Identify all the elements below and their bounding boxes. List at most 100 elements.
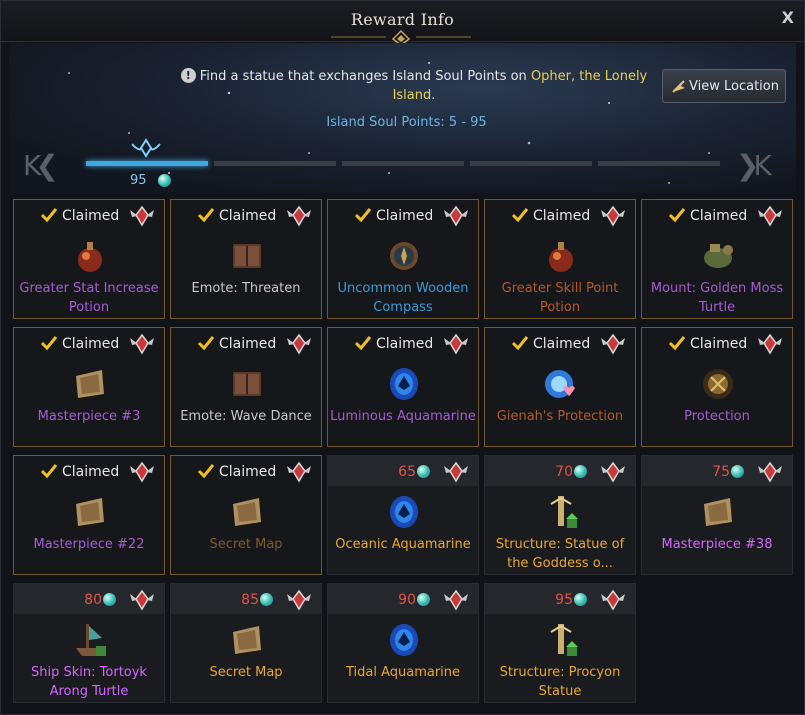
reward-card[interactable]: 75 Masterpiece #38 xyxy=(641,455,793,575)
claimed-label: Claimed xyxy=(533,208,591,224)
reward-card[interactable]: Claimed Secret Map xyxy=(170,455,322,575)
reward-card[interactable]: 85 Secret Map xyxy=(170,583,322,703)
progress-segment-1 xyxy=(86,161,208,166)
claimed-label: Claimed xyxy=(376,336,434,352)
emblem-icon xyxy=(130,333,154,355)
soul-point-orb-icon xyxy=(731,465,744,478)
claimed-label: Claimed xyxy=(533,336,591,352)
potion-icon xyxy=(549,242,573,272)
claimed-label: Claimed xyxy=(62,208,120,224)
reward-name: Emote: Threaten xyxy=(191,281,301,296)
checkmark-icon xyxy=(511,208,529,223)
potion-icon xyxy=(78,242,102,272)
reward-card[interactable]: Claimed Greater Skill Point Potion xyxy=(484,199,636,319)
claimed-label: Claimed xyxy=(219,464,277,480)
reward-cost: 90 xyxy=(398,592,416,608)
reward-card[interactable]: 70 Structure: Statue of the Goddess o... xyxy=(484,455,636,575)
soul-point-orb-icon xyxy=(574,593,587,606)
reward-name: Secret Map xyxy=(209,537,283,552)
soul-point-orb-icon xyxy=(417,465,430,478)
notice-text: ! Find a statue that exchanges Island Sou… xyxy=(179,67,649,105)
compass-icon xyxy=(390,242,418,270)
map-icon xyxy=(233,626,261,654)
emblem-icon xyxy=(287,205,311,227)
progress-segment-5 xyxy=(598,161,720,166)
reward-name: Greater Stat Increase Potion xyxy=(19,281,159,315)
reward-card[interactable]: 95 Structure: Procyon Statue xyxy=(484,583,636,703)
emblem-icon xyxy=(758,333,782,355)
reward-cost: 95 xyxy=(555,592,573,608)
checkmark-icon xyxy=(668,208,686,223)
reward-name: Emote: Wave Dance xyxy=(180,409,312,424)
statue-icon xyxy=(550,624,578,656)
statue-icon xyxy=(550,496,578,528)
reward-card[interactable]: Claimed Masterpiece #3 xyxy=(13,327,165,447)
checkmark-icon xyxy=(511,336,529,351)
reward-cost: 80 xyxy=(84,592,102,608)
view-location-button[interactable]: View Location xyxy=(662,69,786,103)
last-page-arrow-icon[interactable]: ❯K xyxy=(736,149,772,182)
emblem-icon xyxy=(130,589,154,611)
emblem-icon xyxy=(758,461,782,483)
reward-card[interactable]: Claimed Protection xyxy=(641,327,793,447)
reward-card[interactable]: 90 Tidal Aquamarine xyxy=(327,583,479,703)
turtle-icon xyxy=(704,244,733,268)
gem-icon xyxy=(390,496,418,528)
progress-segment-2 xyxy=(214,161,336,166)
reward-card[interactable]: Claimed Uncommon Wooden Compass xyxy=(327,199,479,319)
reward-card[interactable]: Claimed Masterpiece #22 xyxy=(13,455,165,575)
checkmark-icon xyxy=(40,336,58,351)
emblem-icon xyxy=(287,333,311,355)
close-button[interactable]: X xyxy=(782,8,794,27)
view-location-label: View Location xyxy=(689,79,779,94)
book-icon xyxy=(233,244,261,268)
reward-card[interactable]: 65 Oceanic Aquamarine xyxy=(327,455,479,575)
rune-icon xyxy=(703,369,733,399)
reward-name: Uncommon Wooden Compass xyxy=(337,281,469,315)
progress-marker-icon xyxy=(131,138,161,158)
reward-name: Masterpiece #3 xyxy=(37,409,141,424)
claimed-label: Claimed xyxy=(219,208,277,224)
reward-name: Mount: Golden Moss Turtle xyxy=(650,281,784,315)
progress-segment-4 xyxy=(470,161,592,166)
claimed-label: Claimed xyxy=(62,464,120,480)
gem-icon xyxy=(390,624,418,656)
reward-card[interactable]: Claimed Luminous Aquamarine xyxy=(327,327,479,447)
emblem-icon xyxy=(444,205,468,227)
emblem-icon xyxy=(601,589,625,611)
reward-cost: 75 xyxy=(712,464,730,480)
soul-point-orb-icon xyxy=(574,465,587,478)
map-icon xyxy=(233,498,261,526)
reward-card[interactable]: Claimed Mount: Golden Moss Turtle xyxy=(641,199,793,319)
notice-text-before: Find a statue that exchanges Island Soul… xyxy=(199,69,531,84)
reward-name: Masterpiece #38 xyxy=(661,537,773,552)
title-bar: Reward Info X xyxy=(1,1,804,46)
claimed-label: Claimed xyxy=(376,208,434,224)
reward-cost: 65 xyxy=(398,464,416,480)
reward-name: Structure: Procyon Statue xyxy=(499,665,621,699)
reward-name: Tidal Aquamarine xyxy=(345,665,461,680)
reward-card[interactable]: 80 Ship Skin: Tortoyk Arong Turtle xyxy=(13,583,165,703)
reward-name: Ship Skin: Tortoyk Arong Turtle xyxy=(31,665,147,699)
map-icon xyxy=(76,370,104,398)
emblem-icon xyxy=(444,461,468,483)
emblem-icon xyxy=(444,589,468,611)
emblem-icon xyxy=(130,461,154,483)
reward-name: Secret Map xyxy=(209,665,283,680)
reward-card[interactable]: Claimed Greater Stat Increase Potion xyxy=(13,199,165,319)
checkmark-icon xyxy=(40,208,58,223)
notice-text-after: . xyxy=(431,88,436,103)
map-icon xyxy=(76,498,104,526)
reward-name: Masterpiece #22 xyxy=(33,537,145,552)
reward-name: Gienah's Protection xyxy=(496,409,624,424)
first-page-arrow-icon[interactable]: K❮ xyxy=(23,149,59,182)
info-icon: ! xyxy=(180,68,196,83)
reward-cost: 85 xyxy=(241,592,259,608)
reward-card[interactable]: Claimed Emote: Threaten xyxy=(170,199,322,319)
progress-segment-3 xyxy=(342,161,464,166)
reward-cost: 70 xyxy=(555,464,573,480)
gem-icon xyxy=(390,368,418,400)
reward-card[interactable]: Claimed Gienah's Protection xyxy=(484,327,636,447)
orb-icon xyxy=(545,370,575,398)
reward-card[interactable]: Claimed Emote: Wave Dance xyxy=(170,327,322,447)
